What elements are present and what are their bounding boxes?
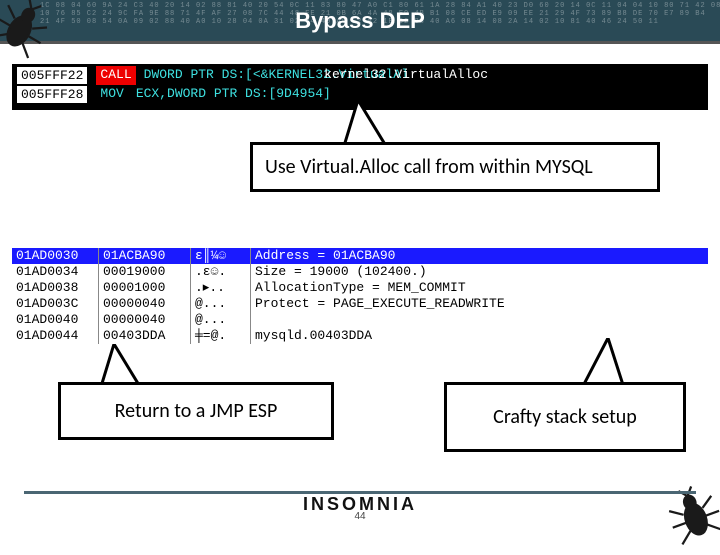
mem-address: 01AD0040 <box>12 312 98 328</box>
slide-header: 1C 08 04 60 9A 24 C3 40 20 14 02 88 81 4… <box>0 0 720 44</box>
mem-annotation: Size = 19000 (102400.) <box>250 264 708 280</box>
mem-annotation: AllocationType = MEM_COMMIT <box>250 280 708 296</box>
memdump-row: 01AD003800001000.▸..AllocationType = MEM… <box>12 280 708 296</box>
mem-annotation: Protect = PAGE_EXECUTE_READWRITE <box>250 296 708 312</box>
operand: ECX,DWORD PTR DS:[9D4954] <box>136 85 331 104</box>
callout-jmp-esp: Return to a JMP ESP <box>58 382 334 440</box>
opcode: CALL <box>96 66 135 85</box>
slide-title: Bypass DEP <box>0 8 720 34</box>
footer-brand: INSOMNIA 44 <box>0 494 720 522</box>
mem-value: 00000040 <box>98 312 190 328</box>
mem-annotation: Address = 01ACBA90 <box>250 248 708 264</box>
callout-text: Use Virtual.Alloc call from within MYSQL <box>265 155 593 179</box>
mem-ascii: .ε☺. <box>190 264 250 280</box>
callout-virtualalloc: Use Virtual.Alloc call from within MYSQL <box>250 142 660 192</box>
debugger-memdump: 01AD003001ACBA90ε║¼☺Address = 01ACBA9001… <box>12 248 708 344</box>
memdump-row: 01AD003C00000040@...Protect = PAGE_EXECU… <box>12 296 708 312</box>
mem-address: 01AD003C <box>12 296 98 312</box>
disasm-row: 005FFF28 MOV ECX,DWORD PTR DS:[9D4954] <box>16 85 704 104</box>
mem-address: 01AD0044 <box>12 328 98 344</box>
mem-value: 01ACBA90 <box>98 248 190 264</box>
callout-stack: Crafty stack setup <box>444 382 686 452</box>
mem-ascii: ╪=@. <box>190 328 250 344</box>
page-number: 44 <box>0 511 720 522</box>
memdump-row: 01AD004000000040@... <box>12 312 708 328</box>
mem-address: 01AD0034 <box>12 264 98 280</box>
memdump-row: 01AD003400019000.ε☺.Size = 19000 (102400… <box>12 264 708 280</box>
mem-address: 01AD0038 <box>12 280 98 296</box>
mem-ascii: @... <box>190 296 250 312</box>
symbol-annotation: kernel32.VirtualAlloc <box>324 66 488 83</box>
mem-ascii: @... <box>190 312 250 328</box>
mem-annotation <box>250 312 708 328</box>
debugger-disasm: 005FFF22 CALL DWORD PTR DS:[<&KERNEL32.V… <box>12 64 708 110</box>
address-cell: 005FFF22 <box>16 66 88 85</box>
callout-tail <box>578 338 628 388</box>
callout-text: Return to a JMP ESP <box>115 399 278 423</box>
mem-address: 01AD0030 <box>12 248 98 264</box>
memdump-row: 01AD004400403DDA╪=@.mysqld.00403DDA <box>12 328 708 344</box>
address-cell: 005FFF28 <box>16 85 88 104</box>
opcode: MOV <box>96 85 127 104</box>
mem-ascii: .▸.. <box>190 280 250 296</box>
mem-value: 00403DDA <box>98 328 190 344</box>
callout-text: Crafty stack setup <box>493 405 637 429</box>
mem-annotation: mysqld.00403DDA <box>250 328 708 344</box>
mem-value: 00001000 <box>98 280 190 296</box>
memdump-row: 01AD003001ACBA90ε║¼☺Address = 01ACBA90 <box>12 248 708 264</box>
mem-ascii: ε║¼☺ <box>190 248 250 264</box>
mem-value: 00019000 <box>98 264 190 280</box>
mem-value: 00000040 <box>98 296 190 312</box>
